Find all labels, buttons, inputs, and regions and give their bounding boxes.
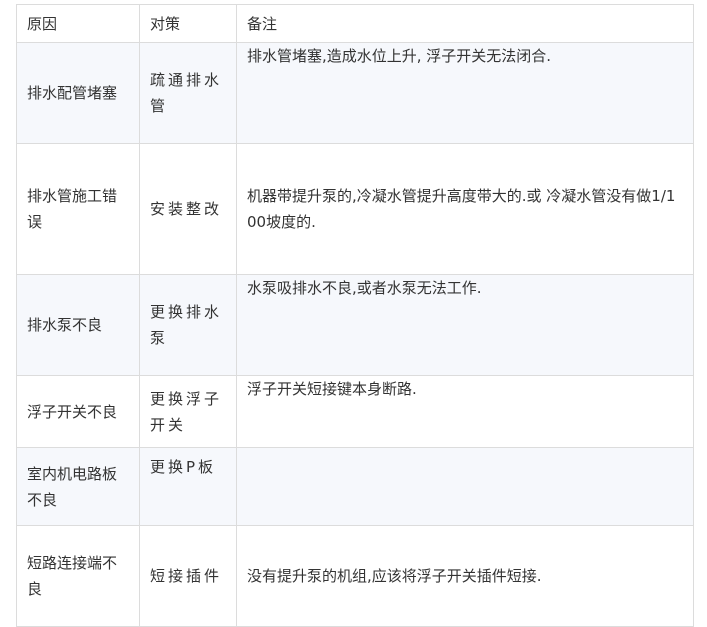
note-cell: 没有提升泵的机组,应该将浮子开关插件短接.: [236, 525, 694, 627]
cause-cell: 短路连接端不良: [16, 525, 140, 627]
cause-cell: 排水管施工错误: [16, 143, 140, 275]
measure-cell: 疏通排水管: [139, 42, 237, 144]
header-measure: 对策: [139, 4, 237, 43]
cause-cell: 排水配管堵塞: [16, 42, 140, 144]
cause-cell: 排水泵不良: [16, 274, 140, 376]
header-note: 备注: [236, 4, 694, 43]
measure-cell: 更换浮子开关: [139, 375, 237, 448]
table-row: 排水泵不良 更换排水泵 水泵吸排水不良,或者水泵无法工作.: [16, 274, 694, 376]
note-cell: 浮子开关短接键本身断路.: [236, 375, 694, 448]
header-cause: 原因: [16, 4, 140, 43]
measure-cell: 更换P板: [139, 447, 237, 526]
troubleshooting-table: 原因 对策 备注 排水配管堵塞 疏通排水管 排水管堵塞,造成水位上升, 浮子开关…: [16, 4, 694, 627]
measure-cell: 安装整改: [139, 143, 237, 275]
cause-cell: 室内机电路板不良: [16, 447, 140, 526]
note-cell: 排水管堵塞,造成水位上升, 浮子开关无法闭合.: [236, 42, 694, 144]
measure-cell: 短接插件: [139, 525, 237, 627]
note-cell: [236, 447, 694, 526]
table-row: 排水管施工错误 安装整改 机器带提升泵的,冷凝水管提升高度带大的.或 冷凝水管没…: [16, 143, 694, 275]
note-cell: 机器带提升泵的,冷凝水管提升高度带大的.或 冷凝水管没有做1/100坡度的.: [236, 143, 694, 275]
table-header-row: 原因 对策 备注: [16, 4, 694, 43]
note-cell: 水泵吸排水不良,或者水泵无法工作.: [236, 274, 694, 376]
table-row: 浮子开关不良 更换浮子开关 浮子开关短接键本身断路.: [16, 375, 694, 448]
cause-cell: 浮子开关不良: [16, 375, 140, 448]
table-row: 室内机电路板不良 更换P板: [16, 447, 694, 526]
table-row: 排水配管堵塞 疏通排水管 排水管堵塞,造成水位上升, 浮子开关无法闭合.: [16, 42, 694, 144]
table-row: 短路连接端不良 短接插件 没有提升泵的机组,应该将浮子开关插件短接.: [16, 525, 694, 627]
measure-cell: 更换排水泵: [139, 274, 237, 376]
